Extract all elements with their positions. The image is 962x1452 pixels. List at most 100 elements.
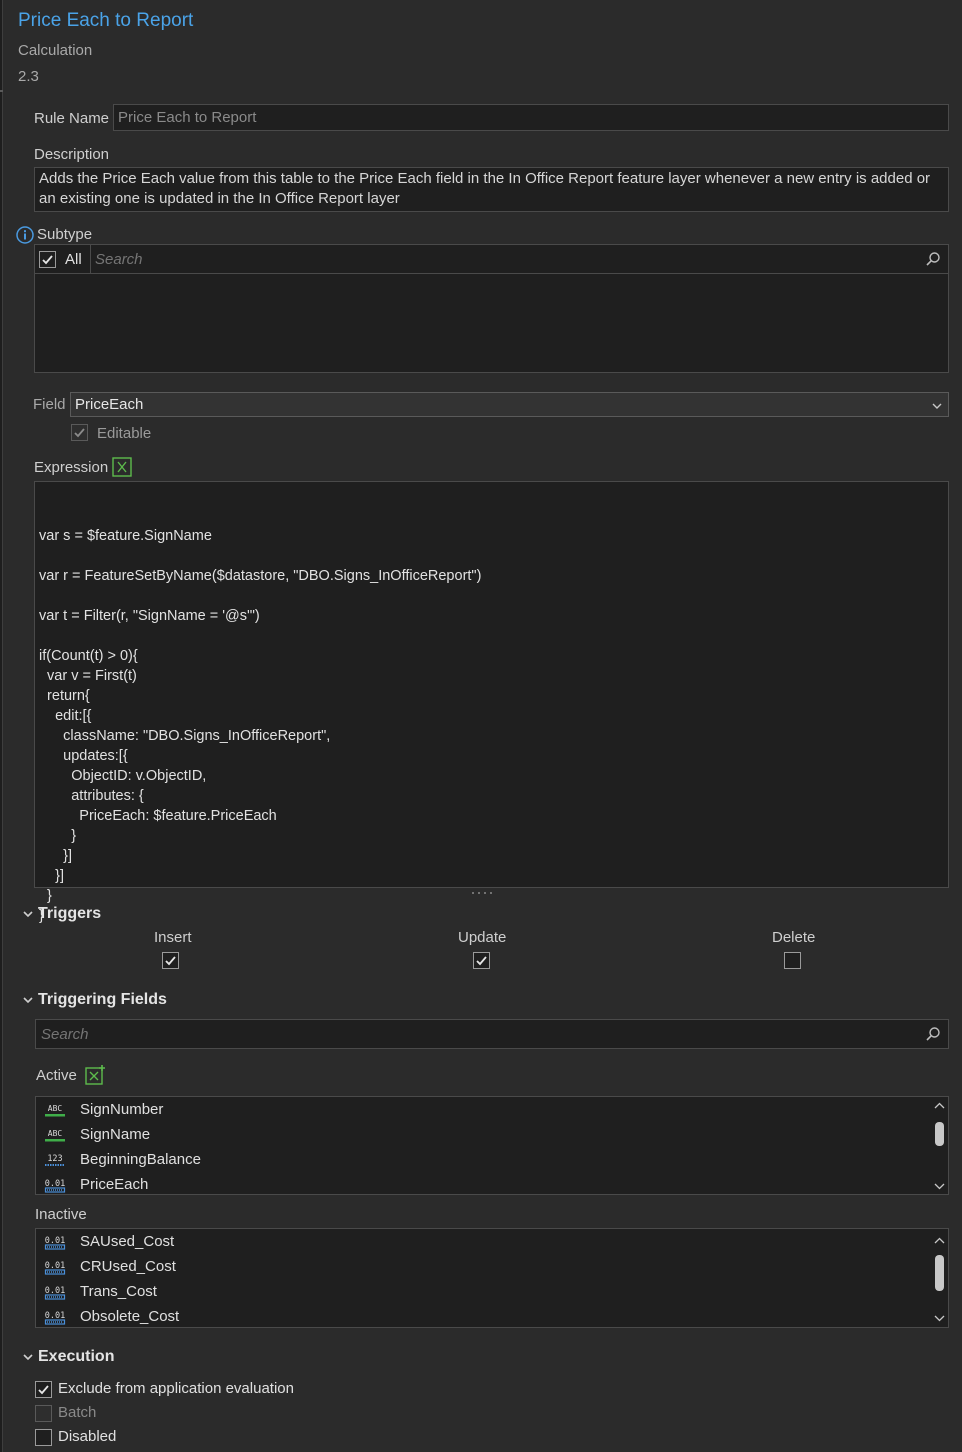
- expression-line: var t = Filter(r, "SignName = '@s'"): [39, 608, 260, 624]
- triggers-heading[interactable]: Triggers: [38, 905, 101, 923]
- rule-title: Price Each to Report: [18, 10, 194, 31]
- disabled-checkbox[interactable]: [35, 1429, 52, 1446]
- field-dropdown[interactable]: PriceEach: [70, 392, 949, 417]
- expression-line: var r = FeatureSetByName($datastore, "DB…: [39, 568, 482, 584]
- exclude-from-evaluation-checkbox[interactable]: [35, 1381, 52, 1398]
- integer-field-icon: 123: [45, 1154, 65, 1166]
- info-icon[interactable]: [16, 226, 34, 244]
- field-label: Field: [33, 396, 66, 413]
- editable-label: Editable: [97, 425, 152, 442]
- scroll-thumb[interactable]: [935, 1122, 944, 1146]
- subtype-panel: All: [34, 244, 949, 373]
- active-label: Active: [36, 1067, 77, 1084]
- svg-text:123: 123: [47, 1154, 62, 1164]
- expression-line: attributes: {: [39, 788, 144, 804]
- expression-line: var v = First(t): [39, 668, 137, 684]
- expression-line: }]: [39, 848, 73, 864]
- scroll-up-icon[interactable]: [934, 1236, 945, 1246]
- expression-builder-icon[interactable]: [112, 457, 132, 477]
- left-edge-rule: [0, 0, 3, 1452]
- scroll-thumb[interactable]: [935, 1255, 944, 1291]
- field-name: PriceEach: [80, 1176, 149, 1193]
- field-name: SignNumber: [80, 1101, 164, 1118]
- expression-line: var s = $feature.SignName: [39, 528, 212, 544]
- field-list-item[interactable]: 0.01 Obsolete_Cost: [44, 1304, 179, 1329]
- expression-line: className: "DBO.Signs_InOfficeReport",: [39, 728, 331, 744]
- field-name: CRUsed_Cost: [80, 1258, 176, 1275]
- scroll-down-icon[interactable]: [934, 1181, 945, 1191]
- expression-line: [39, 546, 944, 566]
- execution-heading[interactable]: Execution: [38, 1348, 114, 1366]
- double-field-icon: 0.01: [45, 1261, 65, 1275]
- field-name: Trans_Cost: [80, 1283, 157, 1300]
- expression-line: edit:[{: [39, 708, 92, 724]
- subtype-list: [35, 275, 948, 372]
- field-list-item[interactable]: 0.01 PriceEach: [44, 1172, 149, 1197]
- field-list-item[interactable]: ABC SignName: [44, 1122, 150, 1147]
- rule-version: 2.3: [18, 68, 39, 85]
- description-field[interactable]: Adds the Price Each value from this tabl…: [34, 167, 949, 212]
- rule-name-input[interactable]: [113, 104, 949, 131]
- subtype-search-input[interactable]: [91, 246, 921, 272]
- editable-checkbox[interactable]: [71, 424, 88, 441]
- inactive-label: Inactive: [35, 1206, 87, 1223]
- exclude-from-evaluation-label: Exclude from application evaluation: [58, 1380, 294, 1397]
- trigger-delete-label: Delete: [772, 929, 816, 946]
- triggering-fields-heading[interactable]: Triggering Fields: [38, 991, 167, 1009]
- trigger-update-label: Update: [458, 929, 507, 946]
- subtype-all-checkbox[interactable]: [39, 251, 56, 268]
- field-name: BeginningBalance: [80, 1151, 201, 1168]
- expression-line: [39, 626, 944, 646]
- expression-line: updates:[{: [39, 748, 128, 764]
- trigger-insert-checkbox[interactable]: [162, 952, 179, 969]
- scroll-down-icon[interactable]: [934, 1313, 945, 1323]
- subtype-toolbar: All: [35, 245, 948, 274]
- active-fields-scrollbar[interactable]: [932, 1099, 946, 1193]
- rule-type: Calculation: [18, 42, 93, 59]
- description-label: Description: [34, 146, 110, 163]
- field-name: SAUsed_Cost: [80, 1233, 175, 1250]
- triggering-fields-search-box: [35, 1019, 949, 1049]
- search-icon[interactable]: [925, 1026, 941, 1042]
- expression-line: }: [39, 908, 44, 924]
- triggering-fields-search-input[interactable]: [37, 1021, 917, 1047]
- add-expression-fields-icon[interactable]: [85, 1064, 107, 1086]
- execution-collapse-chevron-icon[interactable]: [22, 1350, 34, 1362]
- text-field-icon: ABC: [45, 1104, 65, 1116]
- svg-text:ABC: ABC: [48, 1104, 63, 1113]
- field-list-item[interactable]: 0.01 Trans_Cost: [44, 1279, 157, 1304]
- double-field-icon: 0.01: [45, 1286, 65, 1300]
- batch-checkbox[interactable]: [35, 1405, 52, 1422]
- batch-label: Batch: [58, 1404, 97, 1421]
- inactive-fields-scrollbar[interactable]: [932, 1231, 946, 1326]
- field-name: Obsolete_Cost: [80, 1308, 180, 1325]
- scroll-up-icon[interactable]: [934, 1101, 945, 1111]
- expression-line: }: [39, 828, 77, 844]
- triggers-collapse-chevron-icon[interactable]: [22, 907, 34, 919]
- left-edge-tick: [0, 90, 3, 92]
- expression-line: return{: [39, 688, 90, 704]
- text-field-icon: ABC: [45, 1129, 65, 1141]
- inactive-fields-list: 0.01 SAUsed_Cost 0.01 CRUsed_Cost 0.01 Trans_…: [35, 1228, 949, 1328]
- field-name: SignName: [80, 1126, 151, 1143]
- trigger-update-checkbox[interactable]: [473, 952, 490, 969]
- active-fields-list: ABC SignNumber ABC SignName 123 BeginningBala…: [35, 1096, 949, 1195]
- expression-line: if(Count(t) > 0){: [39, 648, 138, 664]
- trigger-insert-label: Insert: [154, 929, 192, 946]
- search-icon[interactable]: [925, 251, 941, 267]
- resize-grip-icon[interactable]: [470, 882, 494, 894]
- field-dropdown-value: PriceEach: [75, 396, 144, 413]
- trigger-delete-checkbox[interactable]: [784, 952, 801, 969]
- svg-text:ABC: ABC: [48, 1129, 63, 1138]
- expression-line: PriceEach: $feature.PriceEach: [39, 808, 277, 824]
- field-list-item[interactable]: ABC SignNumber: [44, 1097, 163, 1122]
- field-list-item[interactable]: 0.01 CRUsed_Cost: [44, 1254, 176, 1279]
- expression-editor[interactable]: var s = $feature.SignName var r = Feature…: [34, 481, 949, 924]
- expression-line: [39, 586, 944, 606]
- chevron-down-icon[interactable]: [931, 399, 943, 411]
- expression-label: Expression: [34, 459, 109, 476]
- double-field-icon: 0.01: [45, 1179, 65, 1193]
- field-list-item[interactable]: 123 BeginningBalance: [44, 1147, 201, 1172]
- triggering-fields-collapse-chevron-icon[interactable]: [22, 993, 34, 1005]
- field-list-item[interactable]: 0.01 SAUsed_Cost: [44, 1229, 174, 1254]
